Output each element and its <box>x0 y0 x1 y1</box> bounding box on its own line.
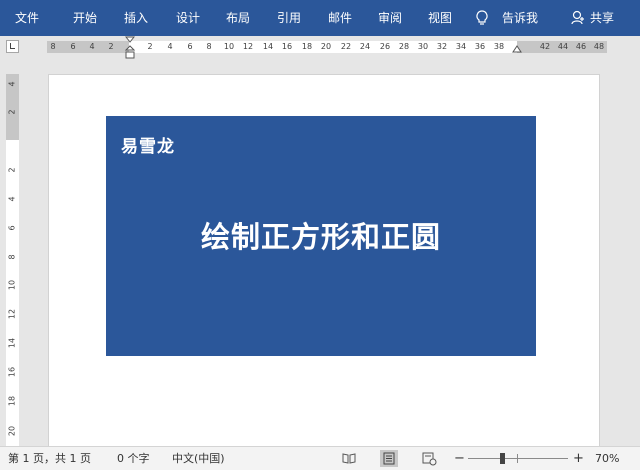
read-mode-icon[interactable] <box>340 450 358 467</box>
zoom-out-button[interactable]: − <box>454 447 465 470</box>
zoom-level[interactable]: 70% <box>595 447 619 470</box>
ruler-label: 8 <box>7 254 17 260</box>
ruler-label: 4 <box>7 196 17 202</box>
tab-insert[interactable]: 插入 <box>124 0 148 36</box>
ruler-label: 12 <box>7 308 17 320</box>
ruler-label: 22 <box>340 42 352 51</box>
ruler-label: 2 <box>7 167 17 173</box>
tab-view[interactable]: 视图 <box>428 0 452 36</box>
ruler-label: 20 <box>320 42 332 51</box>
ruler-label: 26 <box>379 42 391 51</box>
ruler-label: 14 <box>7 337 17 349</box>
ruler-label: 20 <box>7 425 17 437</box>
tab-home[interactable]: 开始 <box>73 0 97 36</box>
ruler-label: 46 <box>575 42 587 51</box>
tell-me-search[interactable]: 告诉我 <box>502 0 538 36</box>
ruler-label: 48 <box>593 42 605 51</box>
tab-selector[interactable] <box>6 40 19 53</box>
ruler-label: 12 <box>242 42 254 51</box>
horizontal-ruler-row: 8 6 4 2 2 4 6 8 10 12 14 16 18 20 22 24 … <box>0 36 640 60</box>
left-tab-icon <box>10 43 15 49</box>
headline-text: 绘制正方形和正圆 <box>200 220 441 254</box>
ruler-label: 8 <box>50 42 56 51</box>
ruler-label: 32 <box>436 42 448 51</box>
language-indicator[interactable]: 中文(中国) <box>172 447 225 470</box>
vertical-scrollbar[interactable] <box>628 58 640 446</box>
logo-text: 易雪龙 <box>121 137 175 157</box>
tab-mailings[interactable]: 邮件 <box>328 0 352 36</box>
print-layout-icon[interactable] <box>380 450 398 467</box>
ruler-label: 30 <box>417 42 429 51</box>
ruler-label: 4 <box>167 42 173 51</box>
ruler-label: 28 <box>398 42 410 51</box>
indent-marker-icon[interactable] <box>125 36 135 60</box>
zoom-slider-thumb[interactable] <box>500 453 505 464</box>
tab-review[interactable]: 审阅 <box>378 0 402 36</box>
ruler-label: 44 <box>557 42 569 51</box>
person-add-icon[interactable] <box>571 10 585 25</box>
ruler-label: 18 <box>301 42 313 51</box>
ruler-label: 36 <box>474 42 486 51</box>
tab-references[interactable]: 引用 <box>277 0 301 36</box>
ruler-label: 10 <box>7 279 17 291</box>
ruler-label: 16 <box>281 42 293 51</box>
ruler-label: 4 <box>7 81 17 87</box>
ruler-label: 6 <box>7 225 17 231</box>
ruler-label: 10 <box>223 42 235 51</box>
left-margin-region <box>47 41 129 53</box>
ruler-label: 2 <box>108 42 114 51</box>
ruler-label: 18 <box>7 395 17 407</box>
tab-design[interactable]: 设计 <box>176 0 200 36</box>
ruler-label: 2 <box>147 42 153 51</box>
web-layout-icon[interactable] <box>420 450 438 467</box>
ruler-label: 6 <box>187 42 193 51</box>
ruler-label: 16 <box>7 366 17 378</box>
title-banner[interactable]: 易雪龙 绘制正方形和正圆 <box>106 116 536 356</box>
ruler-label: 8 <box>206 42 212 51</box>
ribbon-tab-bar: 文件 开始 插入 设计 布局 引用 邮件 审阅 视图 告诉我 共享 <box>0 0 640 36</box>
ruler-label: 34 <box>455 42 467 51</box>
status-bar: 第 1 页，共 1 页 0 个字 中文(中国) − + 70% <box>0 446 640 470</box>
right-indent-marker-icon[interactable] <box>512 44 522 56</box>
zoom-in-button[interactable]: + <box>573 447 584 470</box>
ruler-label: 6 <box>70 42 76 51</box>
page-count[interactable]: 第 1 页，共 1 页 <box>8 447 91 470</box>
ruler-label: 4 <box>89 42 95 51</box>
ruler-label: 42 <box>539 42 551 51</box>
ruler-label: 38 <box>493 42 505 51</box>
ruler-label: 2 <box>7 109 17 115</box>
vertical-ruler[interactable]: 4 2 2 4 6 8 10 12 14 16 18 20 <box>6 74 19 446</box>
share-button[interactable]: 共享 <box>590 0 614 36</box>
ruler-label: 24 <box>359 42 371 51</box>
lightbulb-icon[interactable] <box>476 10 488 26</box>
tab-file[interactable]: 文件 <box>15 0 39 36</box>
tab-layout[interactable]: 布局 <box>226 0 250 36</box>
zoom-slider-center-mark <box>517 454 518 463</box>
document-page[interactable]: 易雪龙 绘制正方形和正圆 <box>48 74 600 454</box>
ruler-label: 14 <box>262 42 274 51</box>
word-count[interactable]: 0 个字 <box>117 447 150 470</box>
zoom-slider-track[interactable] <box>468 458 568 459</box>
